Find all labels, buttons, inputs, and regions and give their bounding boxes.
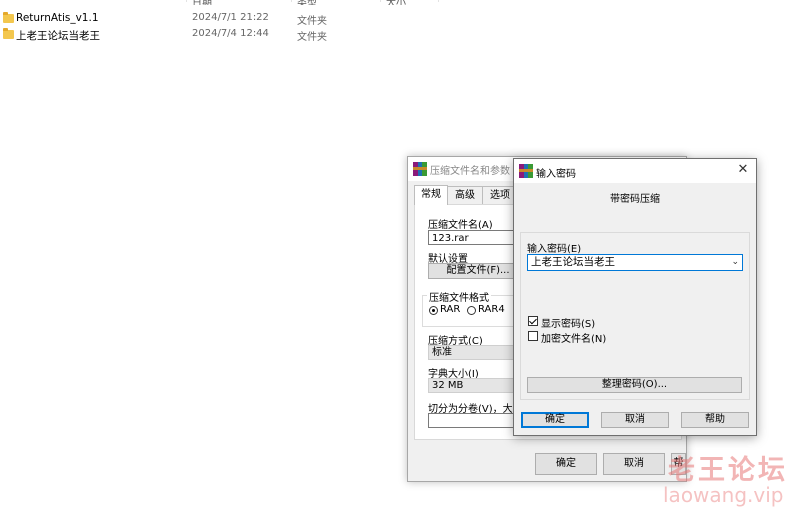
winrar-icon (413, 162, 427, 176)
close-icon[interactable]: ✕ (736, 163, 750, 177)
show-password-checkbox[interactable] (528, 316, 538, 326)
column-header-size[interactable]: 大小 (386, 0, 426, 5)
help-button[interactable]: 帮助 (681, 412, 749, 428)
format-rar-label: RAR (440, 304, 461, 315)
tab-advanced[interactable]: 高级 (447, 186, 483, 204)
format-rar-radio[interactable] (429, 306, 438, 315)
format-rar4-radio[interactable] (467, 306, 476, 315)
cancel-button[interactable]: 取消 (601, 412, 669, 428)
password-dialog-title: 输入密码 (536, 169, 576, 180)
archive-name-label: 压缩文件名(A) (428, 220, 493, 231)
column-header-name[interactable] (2, 0, 16, 5)
file-date: 2024/7/4 12:44 (192, 28, 269, 39)
file-row[interactable]: ReturnAtis_v1.1 2024/7/1 21:22 文件夹 (0, 12, 440, 28)
ok-button[interactable]: 确定 (521, 412, 589, 428)
cancel-button[interactable]: 取消 (603, 453, 665, 475)
format-rar4-label: RAR4 (478, 304, 505, 315)
encrypt-filenames-label: 加密文件名(N) (541, 334, 607, 345)
password-value: 上老王论坛当老王 (531, 256, 615, 268)
file-type: 文件夹 (297, 16, 327, 27)
chevron-down-icon[interactable]: ⌄ (731, 255, 739, 270)
tab-general[interactable]: 常规 (414, 185, 448, 205)
encrypt-filenames-checkbox[interactable] (528, 331, 538, 341)
file-row[interactable]: 上老王论坛当老王 2024/7/4 12:44 文件夹 (0, 28, 440, 44)
show-password-label: 显示密码(S) (541, 319, 596, 330)
dialog-title: 压缩文件名和参数 (430, 166, 510, 177)
column-header-type[interactable]: 类型 (297, 0, 337, 5)
watermark-text: 老王论坛 (668, 455, 788, 486)
folder-icon (3, 28, 14, 39)
organize-passwords-button[interactable]: 整理密码(O)... (527, 377, 742, 393)
watermark-url: laowang.vip (663, 483, 784, 507)
password-dialog: 输入密码 ✕ 带密码压缩 输入密码(E) 上老王论坛当老王 ⌄ 显示密码(S) … (513, 158, 757, 436)
password-heading: 带密码压缩 (610, 194, 660, 205)
folder-icon (3, 12, 14, 23)
enter-password-label: 输入密码(E) (527, 244, 582, 255)
password-dialog-titlebar[interactable]: 输入密码 ✕ (514, 159, 756, 183)
file-type: 文件夹 (297, 32, 327, 43)
archive-format-label: 压缩文件格式 (427, 289, 491, 304)
split-volumes-select[interactable] (428, 413, 516, 428)
column-header: 日期 类型 大小 (0, 0, 440, 5)
column-header-date[interactable]: 日期 (192, 0, 252, 5)
ok-button[interactable]: 确定 (535, 453, 597, 475)
file-date: 2024/7/1 21:22 (192, 12, 269, 23)
winrar-icon (519, 164, 533, 178)
password-input[interactable]: 上老王论坛当老王 ⌄ (527, 254, 743, 271)
file-name: 上老王论坛当老王 (16, 30, 100, 42)
file-name: ReturnAtis_v1.1 (16, 12, 99, 24)
